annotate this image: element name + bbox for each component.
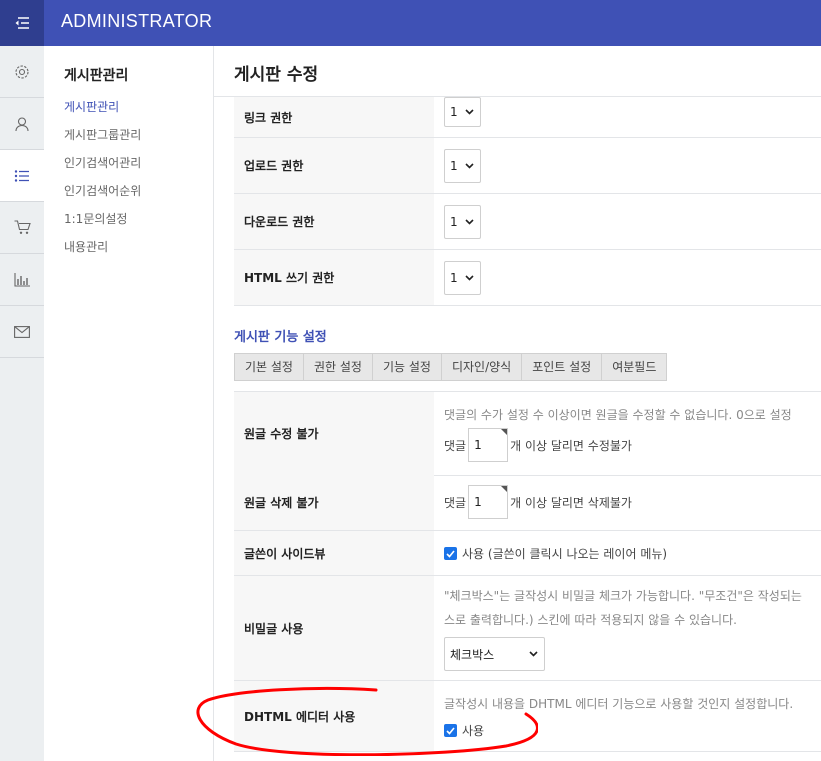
delete-lock-control: 댓글 1 개 이상 달리면 삭제불가 xyxy=(444,485,632,519)
row-label: 다운로드 권한 xyxy=(234,194,434,249)
sideview-checkbox[interactable] xyxy=(444,547,457,560)
edit-lock-prefix: 댓글 xyxy=(444,438,467,453)
submenu-item-board-manage[interactable]: 게시판관리 xyxy=(64,99,141,127)
chevron-down-icon xyxy=(465,109,474,115)
tab-point[interactable]: 포인트 설정 xyxy=(521,353,602,381)
row-label: HTML 쓰기 권한 xyxy=(234,250,434,305)
chevron-down-icon xyxy=(529,651,538,657)
list-icon xyxy=(14,169,29,182)
top-bar: ADMINISTRATOR xyxy=(0,0,821,46)
row-delete-lock: 원글 삭제 불가 댓글 1 개 이상 달리면 삭제불가 xyxy=(234,475,821,531)
edit-lock-description: 댓글의 수가 설정 수 이상이면 원글을 수정할 수 없습니다. 0으로 설정 xyxy=(444,408,792,422)
nav-board[interactable] xyxy=(0,150,44,202)
submenu-item-board-group[interactable]: 게시판그룹관리 xyxy=(64,127,141,155)
nav-settings[interactable] xyxy=(0,46,44,98)
edit-lock-suffix: 개 이상 달리면 수정불가 xyxy=(510,438,632,453)
row-sideview: 글쓴이 사이드뷰 사용 (글쓴이 클릭시 나오는 레이어 메뉴) xyxy=(234,531,821,576)
icon-sidebar xyxy=(0,46,45,761)
red-annotation-ellipse xyxy=(196,686,538,756)
nav-mail[interactable] xyxy=(0,306,44,358)
download-permission-select[interactable]: 1 xyxy=(444,205,481,239)
tab-extra-fields[interactable]: 여분필드 xyxy=(601,353,668,381)
delete-lock-count-input[interactable]: 1 xyxy=(468,485,509,519)
submenu-item-qa-settings[interactable]: 1:1문의설정 xyxy=(64,211,141,239)
row-download-permission: 다운로드 권한 1 xyxy=(234,194,821,250)
html-permission-select[interactable]: 1 xyxy=(444,261,481,295)
chevron-down-icon xyxy=(465,163,474,169)
row-label: 원글 삭제 불가 xyxy=(234,475,434,530)
submenu-title: 게시판관리 xyxy=(64,68,129,84)
secret-description-1: "체크박스"는 글작성시 비밀글 체크가 가능합니다. "무조건"은 작성되는 xyxy=(444,589,802,603)
row-link-permission: 링크 권한 1 xyxy=(234,97,821,138)
menu-collapse-icon xyxy=(15,17,29,29)
secret-mode-select[interactable]: 체크박스 xyxy=(444,637,545,671)
edit-lock-control: 댓글 1 개 이상 달리면 수정불가 xyxy=(444,428,632,462)
row-label: 업로드 권한 xyxy=(234,138,434,193)
chevron-down-icon xyxy=(465,275,474,281)
admin-title[interactable]: ADMINISTRATOR xyxy=(61,0,212,46)
board-submenu: 게시판관리 게시판관리 게시판그룹관리 인기검색어관리 인기검색어순위 1:1문… xyxy=(44,46,214,761)
chevron-down-icon xyxy=(465,219,474,225)
nav-stats[interactable] xyxy=(0,254,44,306)
gear-icon xyxy=(15,64,29,79)
submenu-item-popular-rank[interactable]: 인기검색어순위 xyxy=(64,183,141,211)
row-html-permission: HTML 쓰기 권한 1 xyxy=(234,250,821,306)
submenu-item-popular-search[interactable]: 인기검색어관리 xyxy=(64,155,141,183)
row-label: 원글 수정 불가 xyxy=(234,392,434,475)
tab-basic[interactable]: 기본 설정 xyxy=(234,353,303,381)
nav-shop[interactable] xyxy=(0,202,44,254)
row-upload-permission: 업로드 권한 1 xyxy=(234,138,821,194)
delete-lock-suffix: 개 이상 달리면 삭제불가 xyxy=(510,495,632,510)
cart-icon xyxy=(14,220,31,234)
row-label: 글쓴이 사이드뷰 xyxy=(234,531,434,575)
delete-lock-prefix: 댓글 xyxy=(444,495,467,510)
menu-toggle-button[interactable] xyxy=(0,0,44,46)
submenu-list: 게시판관리 게시판그룹관리 인기검색어관리 인기검색어순위 1:1문의설정 내용… xyxy=(64,99,141,267)
row-secret: 비밀글 사용 "체크박스"는 글작성시 비밀글 체크가 가능합니다. "무조건"… xyxy=(234,576,821,681)
row-label: 비밀글 사용 xyxy=(234,576,434,680)
edit-lock-count-input[interactable]: 1 xyxy=(468,428,509,462)
sideview-checkbox-label: 사용 (글쓴이 클릭시 나오는 레이어 메뉴) xyxy=(462,547,668,561)
main-content: 게시판 수정 링크 권한 1 업로드 권한 1 다운로드 권한 1 HTML 쓰… xyxy=(214,46,821,761)
secret-description-2: 스로 출력합니다.) 스킨에 따라 적용되지 않을 수 있습니다. xyxy=(444,613,737,627)
chart-icon xyxy=(14,272,30,287)
upload-permission-select[interactable]: 1 xyxy=(444,149,481,183)
page-title: 게시판 수정 xyxy=(234,65,319,85)
tab-permission[interactable]: 권한 설정 xyxy=(302,353,372,381)
row-label: 링크 권한 xyxy=(234,97,434,137)
check-icon xyxy=(446,549,455,558)
sideview-checkbox-group: 사용 (글쓴이 클릭시 나오는 레이어 메뉴) xyxy=(444,545,667,562)
settings-tabs: 기본 설정 권한 설정 기능 설정 디자인/양식 포인트 설정 여분필드 xyxy=(234,353,668,381)
tab-function[interactable]: 기능 설정 xyxy=(371,353,441,381)
mail-icon xyxy=(14,325,30,338)
link-permission-select[interactable]: 1 xyxy=(444,97,481,127)
section-title: 게시판 기능 설정 xyxy=(234,330,327,345)
row-edit-lock: 원글 수정 불가 댓글의 수가 설정 수 이상이면 원글을 수정할 수 없습니다… xyxy=(234,391,821,476)
nav-members[interactable] xyxy=(0,98,44,150)
submenu-item-content[interactable]: 내용관리 xyxy=(64,239,141,267)
user-icon xyxy=(15,116,29,131)
tab-design[interactable]: 디자인/양식 xyxy=(440,353,522,381)
